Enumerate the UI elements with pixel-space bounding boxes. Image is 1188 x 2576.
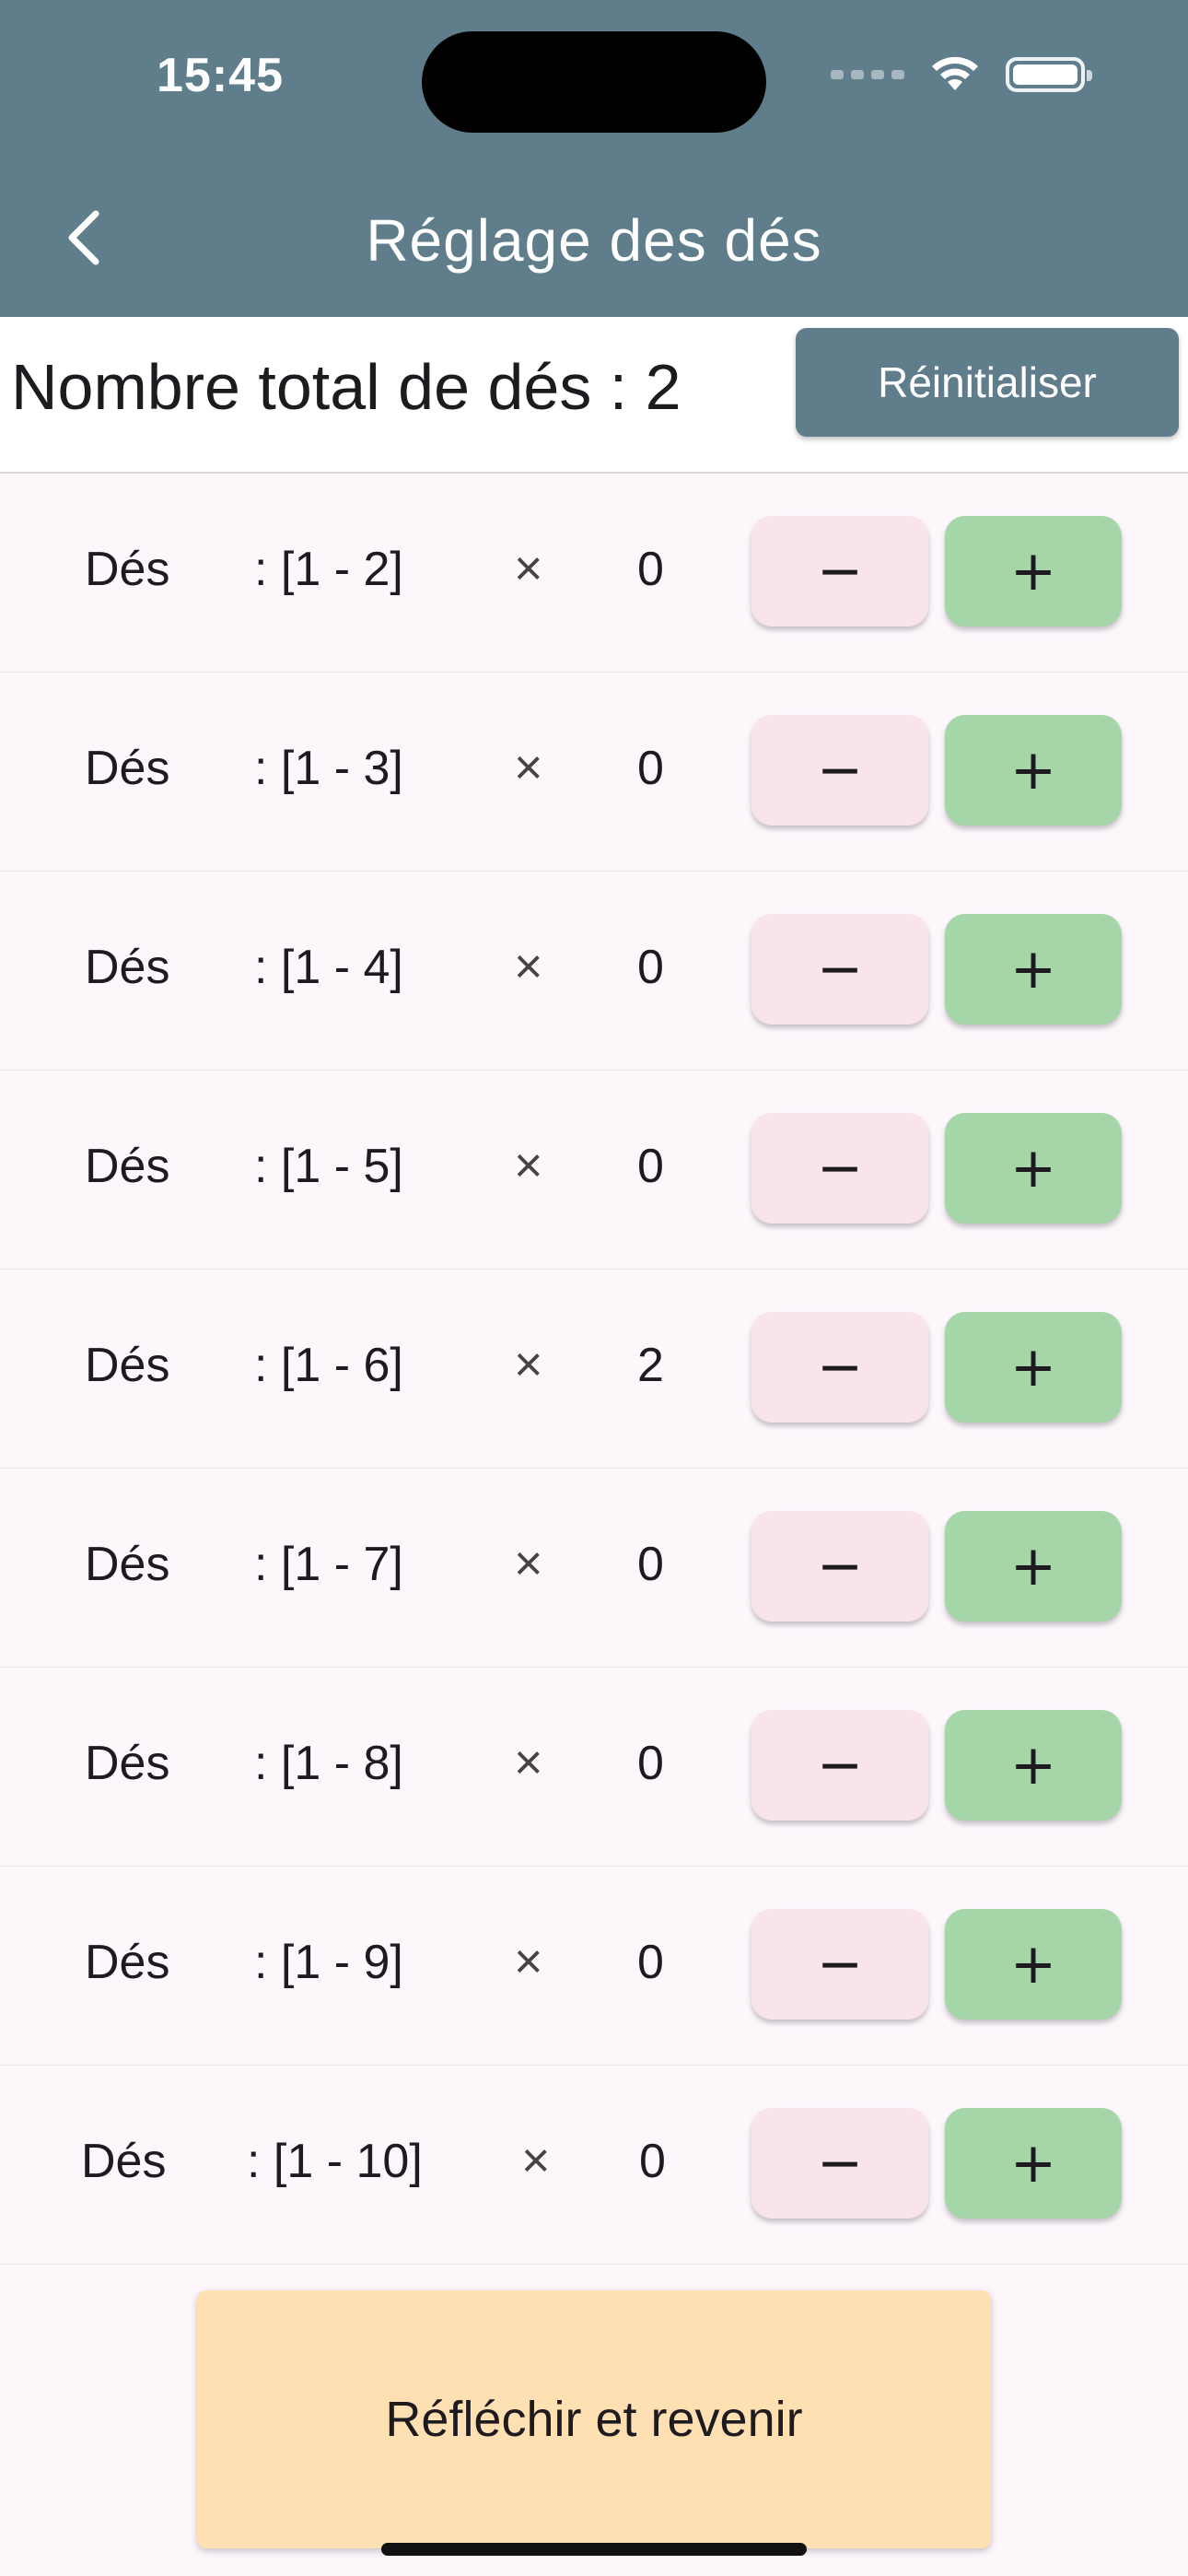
reset-button[interactable]: Réinitialiser (796, 328, 1179, 437)
think-and-return-button[interactable]: Réfléchir et revenir (197, 2290, 991, 2548)
decrement-button[interactable]: − (751, 2108, 928, 2219)
dice-count: 0 (637, 1936, 664, 1989)
total-dice-row: Nombre total de dés : 2 Réinitialiser (0, 317, 1188, 472)
dice-label: Dés (85, 1737, 170, 1790)
home-indicator (381, 2543, 807, 2556)
dice-row: Dés : [1 - 8] × 0 − + (0, 1668, 1188, 1867)
increment-button[interactable]: + (945, 715, 1122, 825)
dice-count: 0 (637, 543, 664, 596)
cellular-signal-icon (831, 70, 904, 79)
multiply-sign: × (514, 1934, 543, 1989)
dice-label: Dés (85, 1339, 170, 1392)
dice-label: Dés (81, 2135, 167, 2188)
decrement-button[interactable]: − (751, 516, 928, 626)
dice-range: : [1 - 10] (247, 2135, 423, 2188)
increment-button[interactable]: + (945, 2108, 1122, 2219)
status-time: 15:45 (157, 49, 284, 102)
wifi-icon (932, 56, 978, 90)
decrement-button[interactable]: − (751, 1909, 928, 2020)
decrement-button[interactable]: − (751, 1710, 928, 1821)
top-bar: 15:45 Réglage des dés (0, 0, 1188, 317)
dice-label: Dés (85, 1936, 170, 1989)
decrement-button[interactable]: − (751, 1312, 928, 1423)
dice-label: Dés (85, 543, 170, 596)
dice-range: : [1 - 3] (254, 742, 403, 795)
multiply-sign: × (514, 1138, 543, 1193)
increment-button[interactable]: + (945, 516, 1122, 626)
dice-row: Dés : [1 - 4] × 0 − + (0, 872, 1188, 1071)
dice-label: Dés (85, 1140, 170, 1193)
decrement-button[interactable]: − (751, 715, 928, 825)
dice-count: 2 (637, 1339, 664, 1392)
dice-range: : [1 - 2] (254, 543, 403, 596)
increment-button[interactable]: + (945, 1909, 1122, 2020)
multiply-sign: × (514, 939, 543, 994)
increment-button[interactable]: + (945, 1511, 1122, 1622)
dice-range: : [1 - 5] (254, 1140, 403, 1193)
dice-count: 0 (637, 742, 664, 795)
dice-range: : [1 - 8] (254, 1737, 403, 1790)
battery-icon (1006, 57, 1092, 92)
dice-range: : [1 - 6] (254, 1339, 403, 1392)
dice-row: Dés : [1 - 5] × 0 − + (0, 1071, 1188, 1270)
dice-label: Dés (85, 941, 170, 994)
decrement-button[interactable]: − (751, 1113, 928, 1224)
page-title: Réglage des dés (366, 207, 822, 274)
dice-count: 0 (637, 1538, 664, 1591)
dice-count: 0 (639, 2135, 666, 2188)
multiply-sign: × (514, 740, 543, 795)
multiply-sign: × (514, 1337, 543, 1392)
increment-button[interactable]: + (945, 914, 1122, 1025)
dice-row: Dés : [1 - 10] × 0 − + (0, 2066, 1188, 2265)
dice-range: : [1 - 9] (254, 1936, 403, 1989)
dice-row: Dés : [1 - 9] × 0 − + (0, 1867, 1188, 2066)
multiply-sign: × (514, 1536, 543, 1591)
increment-button[interactable]: + (945, 1113, 1122, 1224)
increment-button[interactable]: + (945, 1710, 1122, 1821)
dice-row: Dés : [1 - 2] × 0 − + (0, 474, 1188, 673)
dice-count: 0 (637, 1737, 664, 1790)
total-dice-label: Nombre total de dés : 2 (11, 351, 681, 423)
dice-label: Dés (85, 1538, 170, 1591)
dice-count: 0 (637, 941, 664, 994)
dice-row: Dés : [1 - 3] × 0 − + (0, 673, 1188, 872)
decrement-button[interactable]: − (751, 914, 928, 1025)
dynamic-island (422, 31, 766, 133)
increment-button[interactable]: + (945, 1312, 1122, 1423)
dice-row: Dés : [1 - 6] × 2 − + (0, 1270, 1188, 1469)
dice-label: Dés (85, 742, 170, 795)
multiply-sign: × (514, 1735, 543, 1790)
dice-range: : [1 - 7] (254, 1538, 403, 1591)
dice-count: 0 (637, 1140, 664, 1193)
multiply-sign: × (521, 2133, 551, 2188)
app-screen: 15:45 Réglage des dés Nombre total de dé… (0, 0, 1188, 2576)
dice-range: : [1 - 4] (254, 941, 403, 994)
dice-row: Dés : [1 - 7] × 0 − + (0, 1469, 1188, 1668)
status-icons (831, 55, 1092, 94)
dice-list: Dés : [1 - 2] × 0 − + Dés : [1 - 3] × 0 … (0, 474, 1188, 2265)
multiply-sign: × (514, 541, 543, 596)
decrement-button[interactable]: − (751, 1511, 928, 1622)
